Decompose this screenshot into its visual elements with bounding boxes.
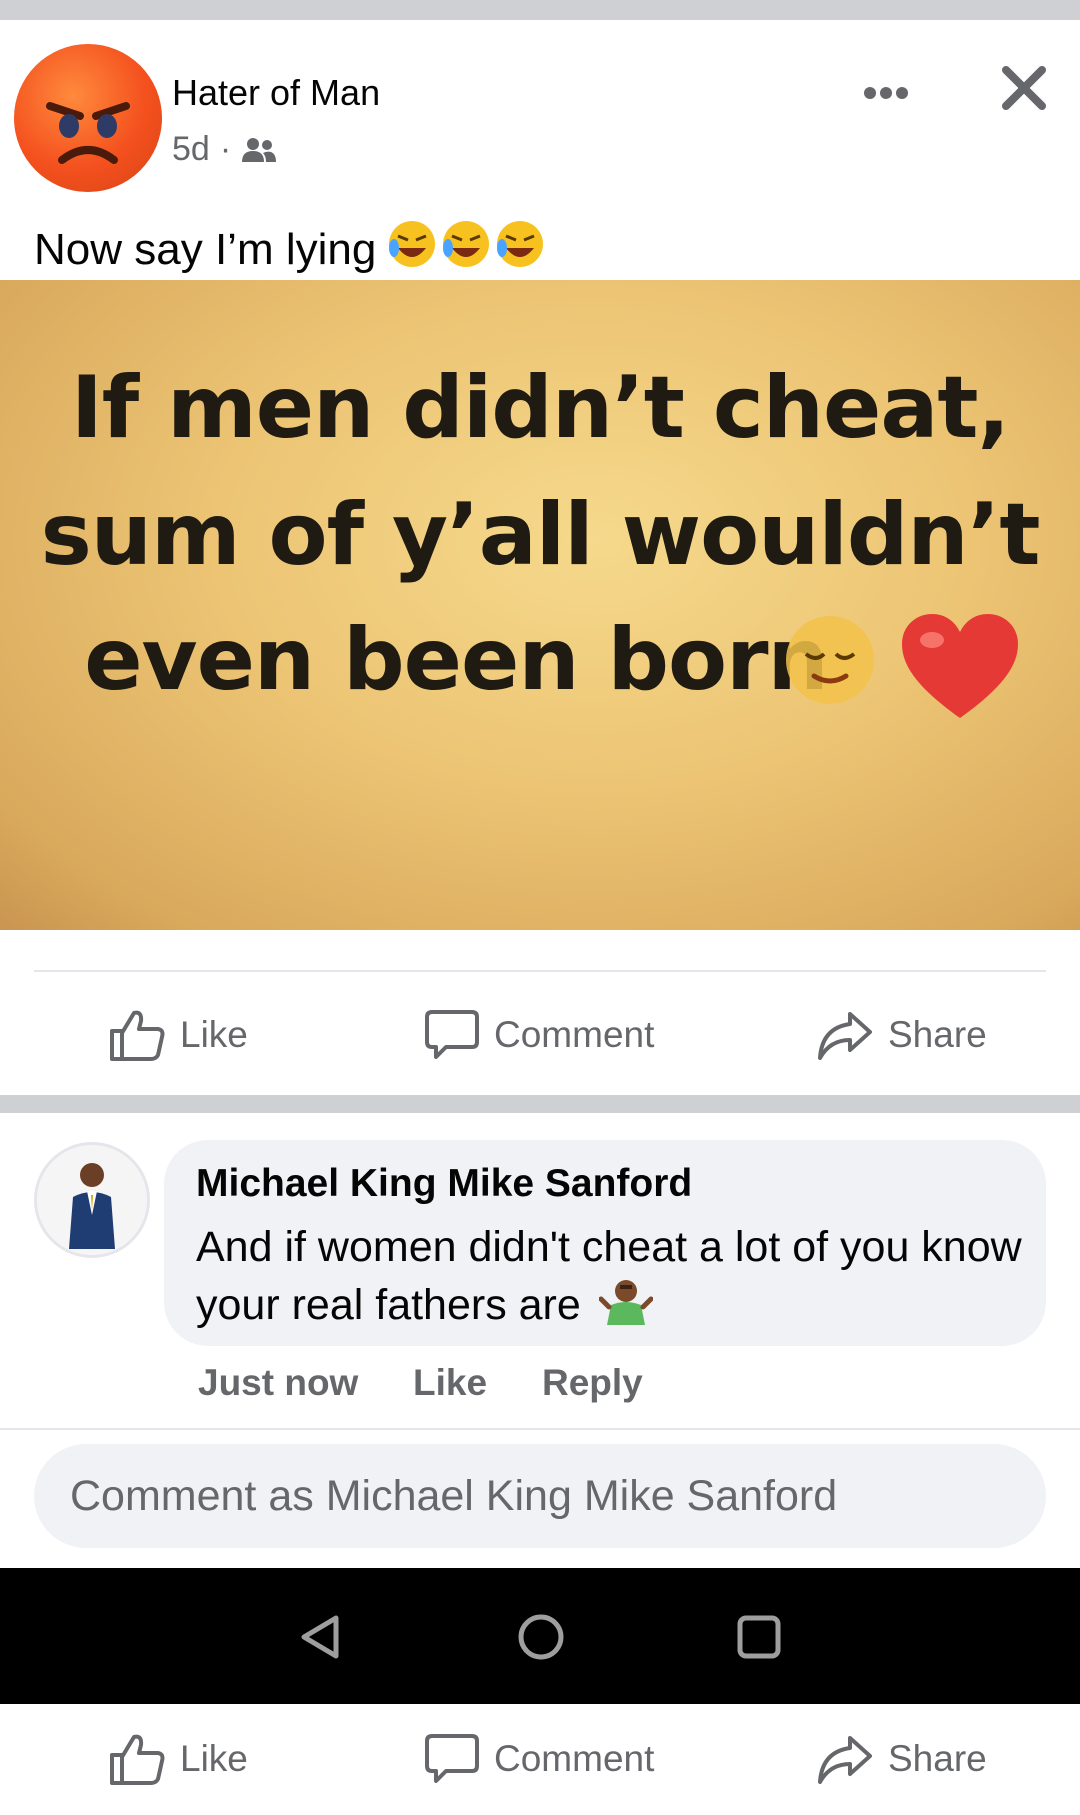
- comment-label: Comment: [494, 1014, 655, 1055]
- comment-icon: [425, 1010, 479, 1059]
- meme-line-1: If men didn’t cheat,: [70, 358, 1010, 458]
- like-label: Like: [180, 1738, 248, 1779]
- friends-icon: [242, 137, 277, 162]
- post-actions: Like Comment Share: [0, 990, 1080, 1080]
- more-icon[interactable]: [862, 78, 910, 101]
- comment-input[interactable]: Comment as Michael King Mike Sanford: [34, 1444, 1046, 1548]
- home-nav-icon[interactable]: [516, 1612, 566, 1662]
- post-image[interactable]: If men didn’t cheat, sum of y’all wouldn…: [0, 280, 1080, 930]
- like-icon: [110, 1010, 165, 1061]
- like-button[interactable]: Like: [108, 990, 248, 1080]
- post-caption: Now say I’m lying: [34, 218, 546, 281]
- share-button[interactable]: Share: [816, 990, 987, 1080]
- bottom-comment-button[interactable]: Comment: [424, 1714, 654, 1804]
- comment-like-button[interactable]: Like: [413, 1362, 487, 1404]
- like-label: Like: [180, 1014, 248, 1055]
- back-nav-icon[interactable]: [296, 1612, 344, 1662]
- comment-input-placeholder: Comment as Michael King Mike Sanford: [70, 1472, 838, 1520]
- post-meta: 5d ·: [172, 130, 277, 169]
- bottom-like-button[interactable]: Like: [108, 1714, 248, 1804]
- bottom-share-button[interactable]: Share: [816, 1714, 987, 1804]
- reactions-divider: [34, 970, 1046, 972]
- comment-reply-button[interactable]: Reply: [542, 1362, 643, 1404]
- comment-button[interactable]: Comment: [424, 990, 654, 1080]
- share-icon: [818, 1012, 872, 1060]
- share-label: Share: [888, 1014, 987, 1055]
- comment-author[interactable]: Michael King Mike Sanford: [196, 1162, 692, 1206]
- angry-face-icon[interactable]: [14, 44, 162, 192]
- bottom-action-bar: Like Comment Share: [0, 1704, 1080, 1815]
- comment-bubble[interactable]: Michael King Mike Sanford And if women d…: [164, 1140, 1046, 1346]
- shrug-emoji-icon: [598, 1280, 654, 1325]
- caption-text: Now say I’m lying: [34, 224, 377, 274]
- share-icon: [818, 1736, 872, 1784]
- comment-icon: [425, 1734, 479, 1783]
- top-separator: [0, 0, 1080, 20]
- close-icon[interactable]: [998, 62, 1050, 114]
- post-time[interactable]: 5d: [172, 130, 210, 169]
- laughing-emoji-icon: [386, 218, 546, 281]
- meme-line-2: sum of y’all wouldn’t: [40, 485, 1041, 585]
- avatar[interactable]: [34, 1142, 150, 1258]
- section-separator: [0, 1095, 1080, 1113]
- system-nav-bar: [0, 1568, 1080, 1704]
- comment-time: Just now: [198, 1362, 359, 1403]
- post-author[interactable]: Hater of Man: [172, 72, 380, 114]
- share-label: Share: [888, 1738, 987, 1779]
- comment-divider: [0, 1428, 1080, 1430]
- recents-nav-icon[interactable]: [736, 1614, 782, 1660]
- heart-icon: [902, 614, 1018, 718]
- comment-label: Comment: [494, 1738, 655, 1779]
- like-icon: [110, 1734, 165, 1785]
- comment-text: And if women didn't cheat a lot of you k…: [196, 1218, 1026, 1334]
- meta-dot: ·: [219, 130, 232, 168]
- relieved-emoji-icon: [786, 616, 874, 704]
